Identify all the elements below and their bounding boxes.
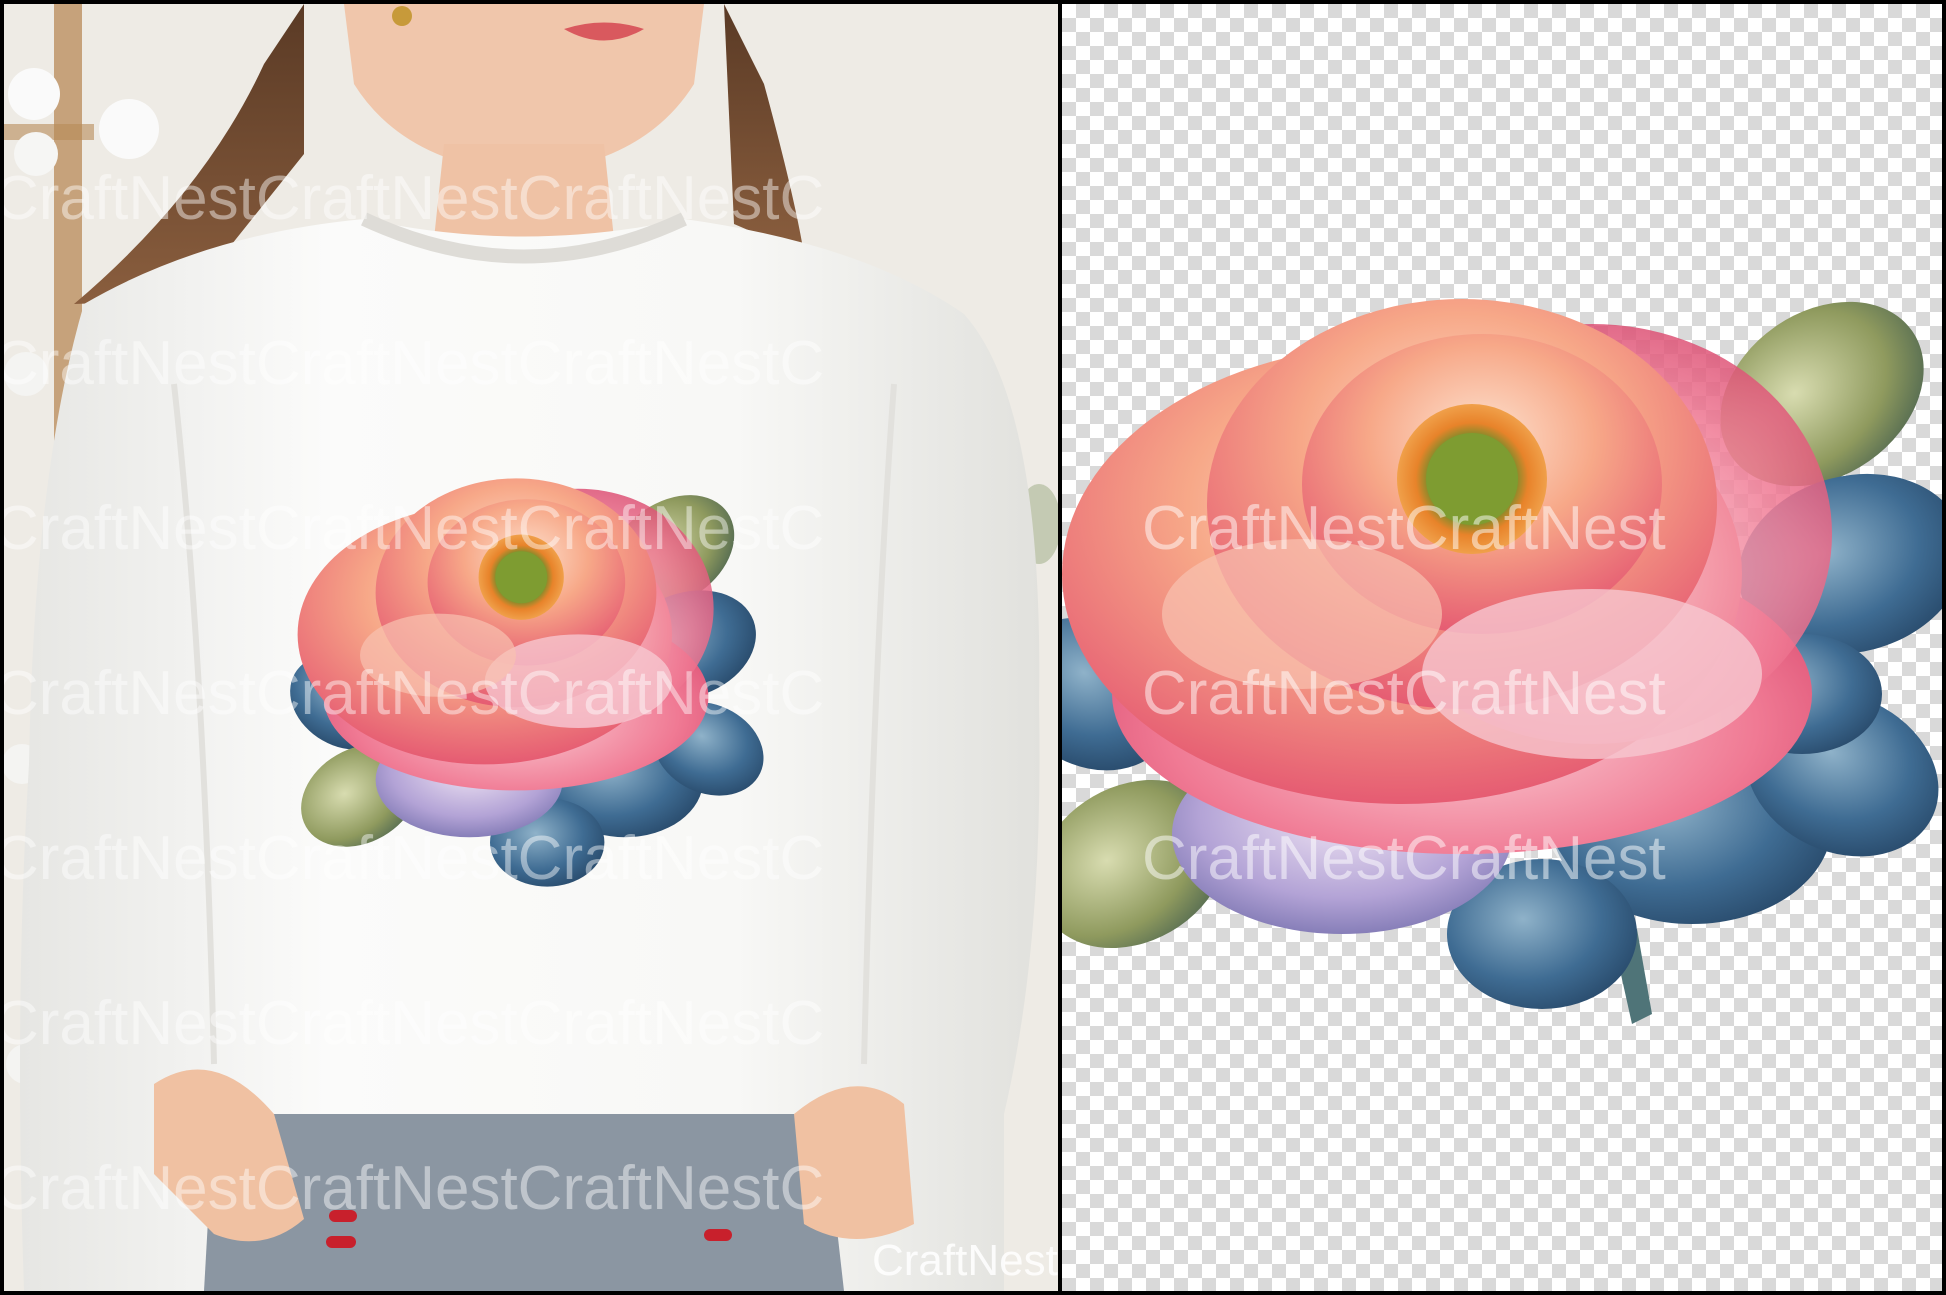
svg-text:CraftNestCraftNestCraftNestC: CraftNestCraftNestCraftNestC <box>4 659 824 728</box>
mockup-photo: CraftNestCraftNestCraftNestC CraftNestCr… <box>4 4 1058 1291</box>
image-frame: CraftNestCraftNestCraftNestC CraftNestCr… <box>0 0 1946 1295</box>
svg-text:CraftNestCraftNestCraftNestC: CraftNestCraftNestCraftNestC <box>4 494 824 563</box>
svg-text:CraftNestCraftNest: CraftNestCraftNest <box>1142 824 1666 893</box>
clipart-preview-panel: CraftNestCraftNest CraftNestCraftNest Cr… <box>1062 4 1942 1291</box>
svg-text:CraftNestCraftNestCraftNestC: CraftNestCraftNestCraftNestC <box>4 989 824 1058</box>
watermark-corner-text: CraftNest <box>872 1236 1058 1285</box>
mockup-photo-panel: CraftNestCraftNestCraftNestC CraftNestCr… <box>4 4 1058 1291</box>
svg-text:CraftNestCraftNestCraftNestC: CraftNestCraftNestCraftNestC <box>4 329 824 398</box>
svg-text:CraftNestCraftNest: CraftNestCraftNest <box>1142 494 1666 563</box>
svg-text:CraftNestCraftNestCraftNestC: CraftNestCraftNestCraftNestC <box>4 1154 824 1223</box>
svg-text:CraftNestCraftNest: CraftNestCraftNest <box>1142 659 1666 728</box>
svg-text:CraftNestCraftNestCraftNestC: CraftNestCraftNestCraftNestC <box>4 164 824 233</box>
peony-clipart: CraftNestCraftNest CraftNestCraftNest Cr… <box>1062 299 1942 1024</box>
svg-text:CraftNestCraftNestCraftNestC: CraftNestCraftNestCraftNestC <box>4 824 824 893</box>
